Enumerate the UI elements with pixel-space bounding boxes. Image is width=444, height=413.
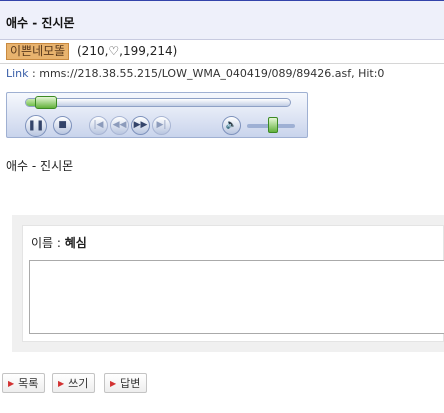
link-value: : mms://218.38.55.215/LOW_WMA_040419/089… bbox=[28, 67, 385, 80]
commenter-name-row: 이름 : 혜심 bbox=[31, 234, 87, 251]
pause-icon: ❚❚ bbox=[27, 120, 45, 131]
fast-forward-icon: ▶▶ bbox=[133, 120, 148, 130]
seek-thumb[interactable] bbox=[35, 96, 57, 109]
speaker-icon: 🔈 bbox=[225, 120, 238, 130]
reply-button[interactable]: ▶ 답변 bbox=[104, 373, 148, 393]
author-meta: (210,♡,199,214) bbox=[77, 44, 178, 58]
comment-form: 이름 : 혜심 bbox=[12, 215, 444, 352]
author-row: 이쁜네모똘 (210,♡,199,214) bbox=[0, 40, 444, 64]
next-button[interactable]: ▶| bbox=[152, 116, 171, 135]
comment-textarea[interactable] bbox=[29, 260, 444, 334]
pause-button[interactable]: ❚❚ bbox=[25, 115, 47, 137]
arrow-right-icon: ▶ bbox=[110, 378, 117, 388]
fast-forward-button[interactable]: ▶▶ bbox=[131, 116, 150, 135]
media-player: ❚❚ ■ |◀ ◀◀ ▶▶ ▶| 🔈 bbox=[6, 92, 308, 138]
post-header: 애수 - 진시몬 bbox=[0, 0, 444, 40]
seek-bar[interactable] bbox=[25, 96, 291, 109]
arrow-right-icon: ▶ bbox=[58, 378, 65, 388]
list-button[interactable]: ▶ 목록 bbox=[2, 373, 46, 393]
previous-icon: |◀ bbox=[93, 120, 104, 130]
post-title: 애수 - 진시몬 bbox=[6, 16, 75, 30]
volume-thumb[interactable] bbox=[268, 117, 278, 133]
stop-icon: ■ bbox=[58, 120, 67, 130]
link-label: Link bbox=[6, 67, 29, 80]
arrow-right-icon: ▶ bbox=[8, 378, 15, 388]
previous-button[interactable]: |◀ bbox=[89, 116, 108, 135]
name-label: 이름 : bbox=[31, 236, 65, 250]
rewind-button[interactable]: ◀◀ bbox=[110, 116, 129, 135]
reply-button-label: 답변 bbox=[120, 377, 141, 390]
write-button[interactable]: ▶ 쓰기 bbox=[52, 373, 96, 393]
list-button-label: 목록 bbox=[18, 377, 39, 390]
author-name[interactable]: 이쁜네모똘 bbox=[6, 43, 70, 60]
mute-button[interactable]: 🔈 bbox=[222, 116, 241, 135]
comment-panel: 이름 : 혜심 bbox=[22, 225, 444, 342]
write-button-label: 쓰기 bbox=[68, 377, 89, 390]
rewind-icon: ◀◀ bbox=[112, 120, 127, 130]
stop-button[interactable]: ■ bbox=[53, 116, 72, 135]
post-body: 애수 - 진시몬 bbox=[6, 159, 74, 173]
commenter-name: 혜심 bbox=[64, 236, 87, 250]
next-icon: ▶| bbox=[156, 120, 167, 130]
media-link-row: Link : mms://218.38.55.215/LOW_WMA_04041… bbox=[6, 67, 384, 80]
